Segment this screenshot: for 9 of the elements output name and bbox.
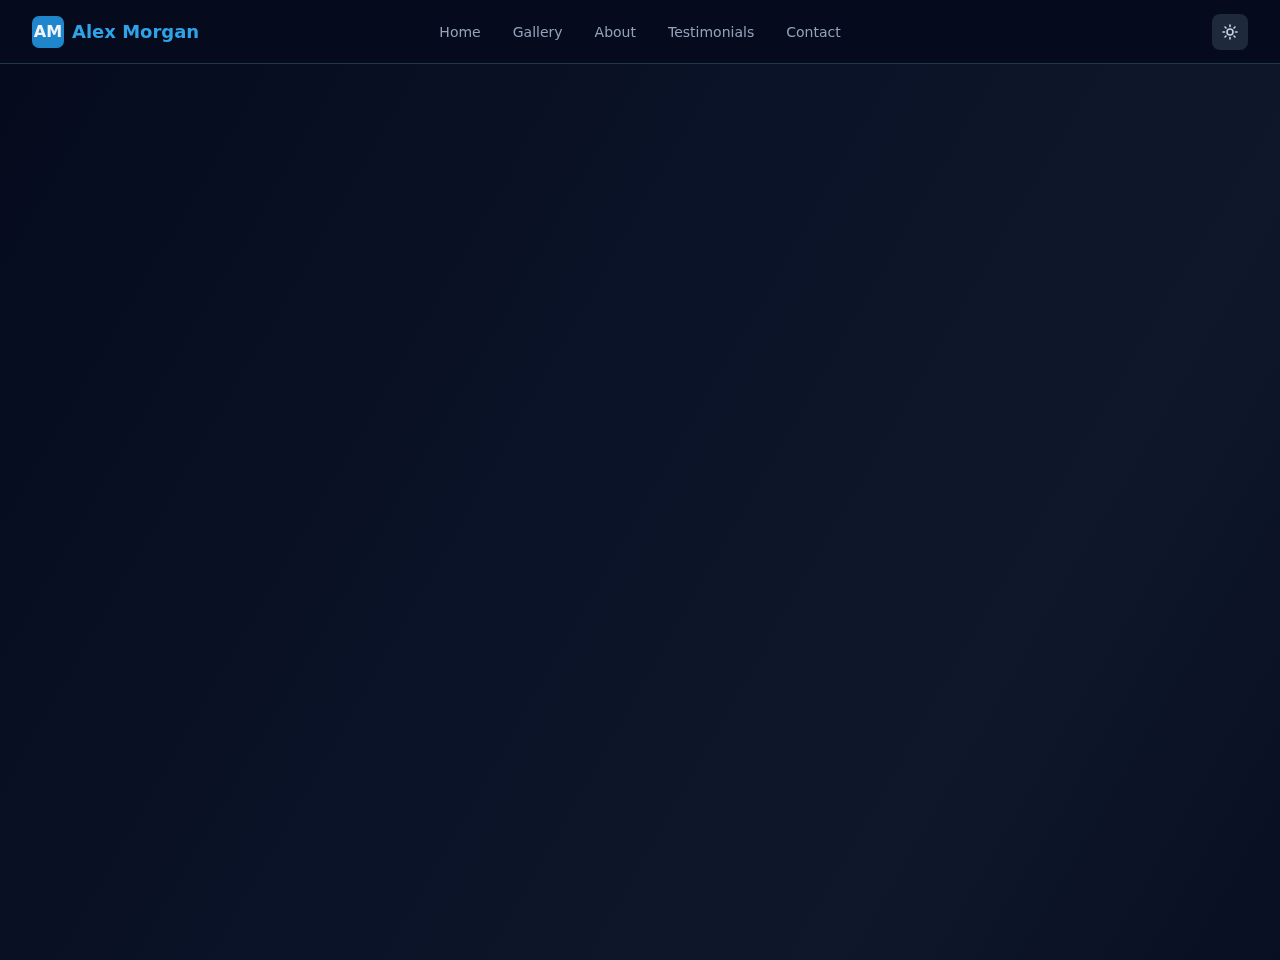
nav-link[interactable]: About: [594, 23, 636, 40]
theme-toggle-button[interactable]: [1212, 13, 1248, 50]
nav-link[interactable]: Gallery: [512, 23, 563, 40]
logo-badge[interactable]: AM: [32, 15, 64, 48]
nav-link[interactable]: Testimonials: [668, 23, 755, 40]
sun-icon: [1222, 23, 1238, 40]
site-name[interactable]: Alex Morgan: [72, 21, 200, 42]
nav-link[interactable]: Contact: [786, 23, 841, 40]
nav-link[interactable]: Home: [439, 23, 481, 40]
